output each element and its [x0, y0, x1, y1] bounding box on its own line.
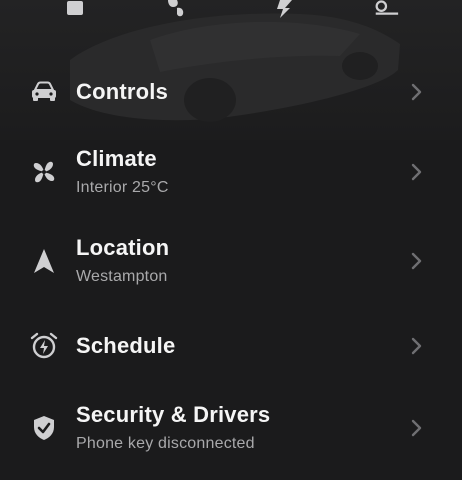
quick-actions-bar	[0, 0, 462, 22]
chevron-right-icon	[410, 336, 424, 356]
menu-item-climate[interactable]: Climate Interior 25°C	[0, 126, 462, 218]
trunk-icon[interactable]	[372, 0, 400, 18]
shield-check-icon	[28, 412, 60, 444]
menu-item-subtitle: Westampton	[76, 268, 168, 285]
menu-item-subtitle: Phone key disconnected	[76, 435, 255, 452]
menu-item-title: Location	[76, 235, 170, 260]
menu-item-security-drivers[interactable]: Security & Drivers Phone key disconnecte…	[0, 388, 462, 468]
chevron-right-icon	[410, 418, 424, 438]
menu-item-title: Schedule	[76, 333, 176, 358]
chevron-right-icon	[410, 251, 424, 271]
car-icon	[28, 76, 60, 108]
lock-icon[interactable]	[61, 0, 89, 18]
menu-item-location[interactable]: Location Westampton	[0, 218, 462, 304]
chevron-right-icon	[410, 82, 424, 102]
menu-item-title: Controls	[76, 79, 169, 104]
navigation-arrow-icon	[28, 245, 60, 277]
menu-item-schedule[interactable]: Schedule	[0, 304, 462, 388]
fan-icon[interactable]	[162, 0, 190, 18]
menu-item-title: Climate	[76, 146, 157, 171]
menu-item-controls[interactable]: Controls	[0, 58, 462, 126]
menu-item-subtitle: Interior 25°C	[76, 179, 169, 196]
menu-item-title: Security & Drivers	[76, 402, 271, 427]
fan-icon	[28, 156, 60, 188]
charging-bolt-icon[interactable]	[270, 0, 298, 18]
alarm-clock-bolt-icon	[28, 330, 60, 362]
vehicle-menu: Controls Climate Interior 25°C Location …	[0, 58, 462, 468]
chevron-right-icon	[410, 162, 424, 182]
